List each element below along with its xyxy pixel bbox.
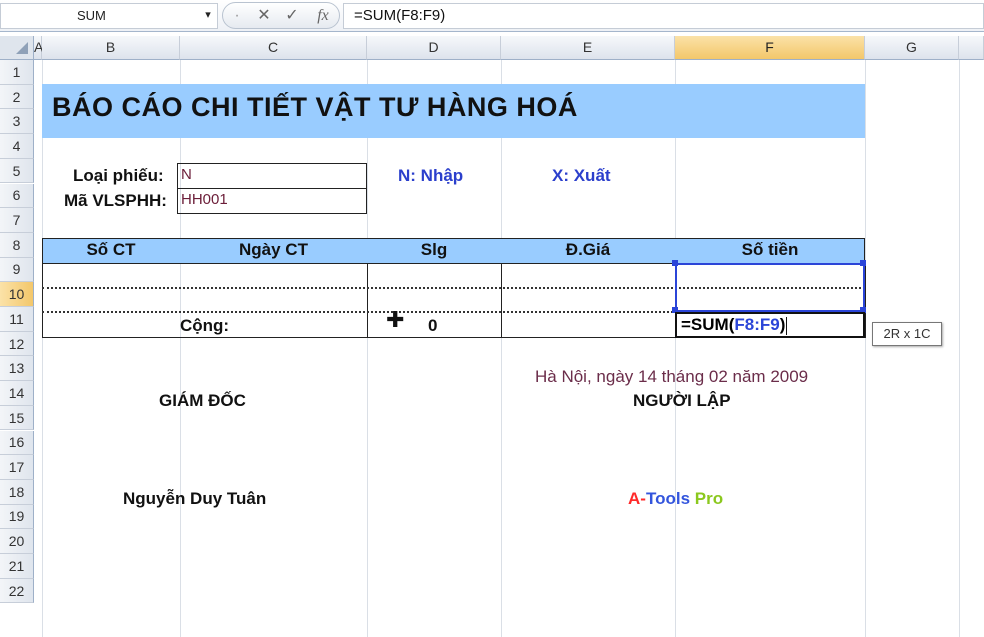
name-box[interactable]: SUM — [0, 3, 218, 29]
row-header[interactable]: 5 — [0, 158, 34, 184]
select-all-triangle-icon — [16, 42, 28, 54]
text-caret — [786, 316, 788, 335]
sign-left-title: GIÁM ĐỐC — [159, 391, 246, 410]
range-size-tooltip: 2R x 1C — [872, 322, 942, 346]
column-header-h[interactable] — [959, 36, 984, 60]
header-ngay-ct: Ngày CT — [239, 240, 308, 259]
column-header-e[interactable]: E — [501, 36, 675, 60]
column-header-f[interactable]: F — [675, 36, 865, 60]
table-border — [367, 263, 368, 338]
brand-part-3: Pro — [690, 489, 724, 508]
row-header[interactable]: 12 — [0, 331, 34, 357]
row-header[interactable]: 14 — [0, 381, 34, 406]
row-header[interactable]: 22 — [0, 578, 34, 604]
selected-range[interactable] — [675, 263, 865, 312]
row-header[interactable]: 3 — [0, 109, 34, 135]
row-header[interactable]: 9 — [0, 257, 34, 283]
gridline — [180, 60, 181, 637]
row-header[interactable]: 11 — [0, 307, 34, 332]
column-header-a[interactable]: A — [34, 36, 43, 60]
row-header[interactable]: 17 — [0, 455, 34, 480]
selection-handle[interactable] — [672, 260, 678, 266]
total-label: Cộng: — [180, 316, 230, 335]
table-border — [42, 263, 43, 338]
row-header[interactable]: 16 — [0, 430, 34, 456]
insert-function-icon[interactable]: fx — [311, 6, 335, 26]
row-header[interactable]: 15 — [0, 405, 34, 431]
cell-cursor-icon: ✚ — [386, 307, 405, 332]
row-header[interactable]: 8 — [0, 232, 34, 258]
column-header-b[interactable]: B — [42, 36, 180, 60]
gridline — [501, 60, 502, 637]
total-qty: 0 — [428, 316, 438, 335]
row-header[interactable]: 18 — [0, 479, 34, 505]
header-don-gia: Đ.Giá — [565, 240, 611, 259]
ma-vlsphh-cell[interactable]: HH001 — [177, 188, 367, 214]
selection-handle[interactable] — [860, 260, 866, 266]
row-header[interactable]: 13 — [0, 356, 34, 382]
loai-phieu-label: Loại phiếu: — [73, 166, 164, 185]
enter-icon[interactable]: ✓ — [281, 6, 303, 26]
row-header[interactable]: 4 — [0, 134, 34, 159]
header-slg: Slg — [420, 240, 448, 259]
scroll-handle-icon: · — [234, 7, 240, 24]
row-header[interactable]: 7 — [0, 208, 34, 233]
header-so-tien: Số tiền — [741, 240, 799, 259]
formula-buttons: · ✕ ✓ fx — [222, 2, 340, 29]
table-border — [865, 263, 866, 338]
formula-input[interactable]: =SUM(F8:F9) — [343, 3, 984, 29]
row-header[interactable]: 21 — [0, 554, 34, 579]
edit-formula-ref: F8:F9 — [734, 315, 780, 334]
cancel-icon[interactable]: ✕ — [253, 6, 275, 26]
name-box-dropdown-icon[interactable]: ▾ — [200, 6, 216, 24]
loai-phieu-cell[interactable]: N — [177, 163, 367, 189]
ma-vlsphh-label: Mã VLSPHH: — [64, 191, 167, 210]
row-header[interactable]: 20 — [0, 529, 34, 554]
gridline — [42, 60, 43, 637]
gridline — [367, 60, 368, 637]
editing-cell-f10[interactable]: =SUM(F8:F9) — [675, 312, 865, 338]
edit-formula-suffix: ) — [779, 315, 786, 334]
brand-part-2: Tools — [645, 489, 691, 508]
row-header[interactable]: 6 — [0, 183, 34, 209]
row-header[interactable]: 2 — [0, 84, 34, 110]
gridline — [675, 60, 676, 637]
date-line: Hà Nội, ngày 14 tháng 02 năm 2009 — [535, 367, 809, 386]
gridline — [865, 60, 866, 637]
brand-part-1: A- — [628, 489, 646, 508]
brand-signature: A-Tools Pro — [628, 489, 723, 509]
report-title: BÁO CÁO CHI TIẾT VẬT TƯ HÀNG HOÁ — [52, 92, 578, 122]
header-so-ct: Số CT — [86, 240, 136, 259]
column-header-d[interactable]: D — [367, 36, 501, 60]
row-header[interactable]: 1 — [0, 60, 34, 85]
sign-left-name: Nguyễn Duy Tuân — [123, 489, 267, 508]
row-header[interactable]: 10 — [0, 282, 34, 307]
gridline — [959, 60, 960, 637]
column-header-c[interactable]: C — [180, 36, 367, 60]
legend-xuat: X: Xuất — [552, 166, 611, 185]
edit-formula-prefix: =SUM( — [681, 315, 735, 334]
table-border — [501, 263, 502, 338]
column-header-g[interactable]: G — [865, 36, 959, 60]
sign-right-title: NGƯỜI LẬP — [633, 391, 731, 410]
row-header[interactable]: 19 — [0, 504, 34, 530]
legend-nhap: N: Nhập — [398, 166, 464, 185]
